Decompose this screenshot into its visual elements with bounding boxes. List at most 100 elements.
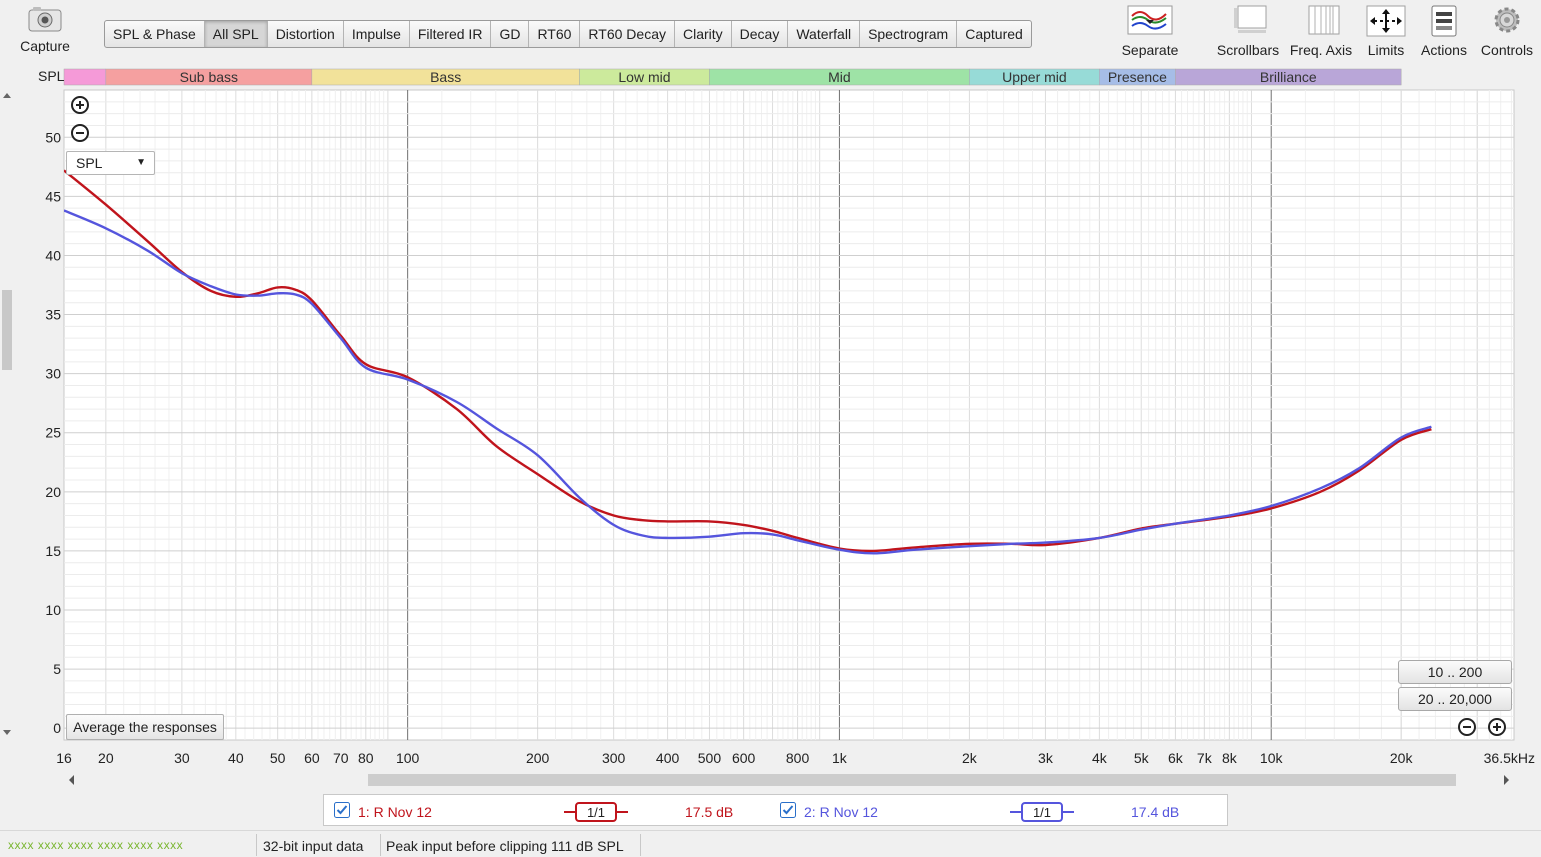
peak-input-status: Peak input before clipping 111 dB SPL <box>386 838 624 854</box>
x-tick-label: 80 <box>358 750 374 766</box>
tab-spectrogram[interactable]: Spectrogram <box>860 21 958 47</box>
band-label: Upper mid <box>1002 69 1067 85</box>
x-tick-label: 1k <box>832 750 848 766</box>
y-tick-label: 45 <box>45 188 61 204</box>
y-tick-label: 40 <box>45 247 61 263</box>
x-tick-label: 6k <box>1168 750 1184 766</box>
x-tick-label: 7k <box>1197 750 1213 766</box>
band-label: Sub bass <box>180 69 238 85</box>
input-level-meters: xxxx xxxx xxxx xxxx xxxx xxxx <box>8 838 184 852</box>
spl-chart: Sub bass Bass Low mid Mid Upper mid Presence B… <box>38 68 1535 788</box>
trace-type-value: SPL <box>76 155 103 171</box>
x-tick-label: 4k <box>1092 750 1108 766</box>
tab-waterfall[interactable]: Waterfall <box>788 21 861 47</box>
band-strip-label: SPL <box>38 68 65 84</box>
tab-captured[interactable]: Captured <box>957 21 1031 47</box>
trace1-smoothing-label: 1/1 <box>587 805 605 820</box>
chart-area: Sub bass Bass Low mid Mid Upper mid Presence B… <box>0 66 1541 790</box>
band-label: Low mid <box>618 69 670 85</box>
tab-impulse[interactable]: Impulse <box>344 21 410 47</box>
separate-icon <box>1127 5 1173 35</box>
x-tick-label: 16 <box>56 750 72 766</box>
x-tick-label: 8k <box>1222 750 1238 766</box>
band-label: Brilliance <box>1260 69 1317 85</box>
x-tick-label: 10k <box>1260 750 1284 766</box>
x-tick-label: 60 <box>304 750 320 766</box>
checkbox-checked-icon <box>780 802 796 818</box>
x-tick-label: 300 <box>602 750 626 766</box>
trace1-line-sample: 1/1 <box>564 802 628 822</box>
average-responses-button[interactable]: Average the responses <box>66 714 224 740</box>
tab-spl-phase[interactable]: SPL & Phase <box>105 21 205 47</box>
trace1-value: 17.5 dB <box>685 804 734 820</box>
trace2-line-sample: 1/1 <box>1010 802 1074 822</box>
range-20-20000-button[interactable]: 20 .. 20,000 <box>1398 687 1512 711</box>
legend-bar: 1: R Nov 12 1/1 17.5 dB 2: R Nov 12 1/1 … <box>323 794 1228 826</box>
trace2-value: 17.4 dB <box>1131 804 1180 820</box>
band-infra <box>63 68 107 86</box>
gear-icon <box>1494 7 1520 33</box>
tab-decay[interactable]: Decay <box>732 21 789 47</box>
y-tick-label: 35 <box>45 307 61 323</box>
capture-button[interactable]: Capture <box>14 6 76 54</box>
tab-all-spl[interactable]: All SPL <box>204 21 268 47</box>
y-tick-label: 0 <box>53 720 61 736</box>
vertical-scrollbar[interactable] <box>0 90 14 740</box>
range-10-200-button[interactable]: 10 .. 200 <box>1398 660 1512 684</box>
trace-type-dropdown[interactable]: SPL ▼ <box>66 151 155 175</box>
horizontal-scroll-thumb <box>368 774 1456 786</box>
y-tick-label: 5 <box>53 661 61 677</box>
camera-icon <box>28 7 62 32</box>
y-tick-label: 10 <box>45 602 61 618</box>
tab-distortion[interactable]: Distortion <box>268 21 344 47</box>
tab-clarity[interactable]: Clarity <box>675 21 732 47</box>
tab-gd[interactable]: GD <box>491 21 530 47</box>
x-tick-label: 70 <box>333 750 349 766</box>
limits-label: Limits <box>1367 42 1405 58</box>
freq-axis-button[interactable]: Freq. Axis <box>1287 4 1355 64</box>
x-tick-label: 3k <box>1038 750 1054 766</box>
status-bar: xxxx xxxx xxxx xxxx xxxx xxxx 32-bit inp… <box>0 830 1541 857</box>
x-tick-label: 36.5kHz <box>1484 750 1535 766</box>
scrollbars-label: Scrollbars <box>1216 42 1280 58</box>
x-tick-label: 800 <box>786 750 810 766</box>
separate-button[interactable]: Separate <box>1116 4 1184 64</box>
x-tick-label: 400 <box>656 750 680 766</box>
scrollbars-button[interactable]: Scrollbars <box>1214 4 1282 64</box>
trace1-checkbox[interactable] <box>334 802 350 821</box>
trace2-smoothing[interactable]: 1/1 <box>1010 801 1074 826</box>
controls-label: Controls <box>1480 42 1534 58</box>
capture-label: Capture <box>20 38 70 54</box>
tab-rt60[interactable]: RT60 <box>529 21 581 47</box>
limits-button[interactable]: Limits <box>1358 4 1414 64</box>
checkbox-checked-icon <box>334 802 350 818</box>
trace1-name: 1: R Nov 12 <box>358 804 432 820</box>
tab-rt60-decay[interactable]: RT60 Decay <box>580 21 675 47</box>
x-tick-label: 100 <box>396 750 420 766</box>
x-tick-label: 2k <box>962 750 978 766</box>
x-tick-label: 50 <box>270 750 286 766</box>
controls-button[interactable]: Controls <box>1477 4 1537 64</box>
view-tabs: SPL & Phase All SPL Distortion Impulse Filte… <box>104 20 1032 48</box>
x-tick-label: 20k <box>1390 750 1414 766</box>
y-tick-label: 30 <box>45 366 61 382</box>
x-tick-label: 30 <box>174 750 190 766</box>
band-label: Mid <box>828 69 851 85</box>
trace2-smoothing-label: 1/1 <box>1033 805 1051 820</box>
plot-background <box>63 89 1515 741</box>
x-tick-label: 5k <box>1134 750 1150 766</box>
x-tick-label: 500 <box>698 750 722 766</box>
trace1-smoothing[interactable]: 1/1 <box>564 801 628 826</box>
actions-label: Actions <box>1421 42 1467 58</box>
band-label: Presence <box>1108 69 1167 85</box>
x-tick-label: 40 <box>228 750 244 766</box>
scrollbars-icon <box>1234 5 1267 33</box>
trace2-checkbox[interactable] <box>780 802 796 821</box>
actions-icon <box>1431 5 1457 37</box>
tab-filtered-ir[interactable]: Filtered IR <box>410 21 492 47</box>
y-tick-label: 15 <box>45 543 61 559</box>
input-data-status: 32-bit input data <box>263 838 364 854</box>
actions-button[interactable]: Actions <box>1416 4 1472 64</box>
chevron-down-icon: ▼ <box>136 157 146 168</box>
y-tick-label: 25 <box>45 425 61 441</box>
